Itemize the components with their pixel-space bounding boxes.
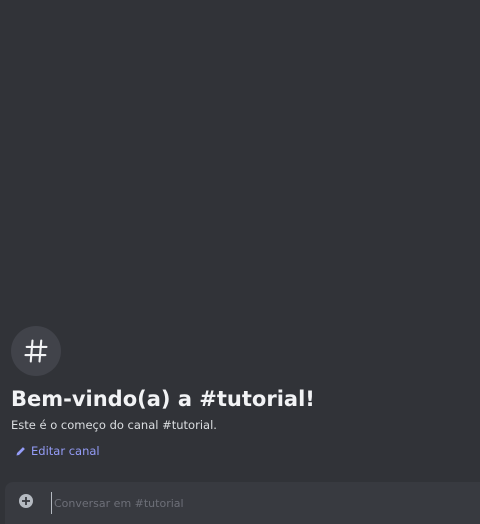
hashtag-icon — [22, 337, 50, 365]
attach-button[interactable] — [17, 494, 35, 512]
pencil-icon — [15, 446, 26, 457]
welcome-subtitle: Este é o começo do canal #tutorial. — [11, 418, 217, 432]
edit-channel-button[interactable]: Editar canal — [15, 443, 100, 459]
edit-channel-label: Editar canal — [31, 444, 100, 458]
chat-area: Bem-vindo(a) a #tutorial! Este é o começ… — [0, 0, 480, 524]
welcome-title: Bem-vindo(a) a #tutorial! — [11, 387, 315, 411]
channel-icon-badge — [11, 326, 61, 376]
message-composer — [5, 482, 480, 524]
plus-circle-icon — [18, 493, 34, 513]
channel-welcome: Bem-vindo(a) a #tutorial! Este é o começ… — [11, 326, 471, 461]
message-input[interactable] — [51, 492, 480, 514]
